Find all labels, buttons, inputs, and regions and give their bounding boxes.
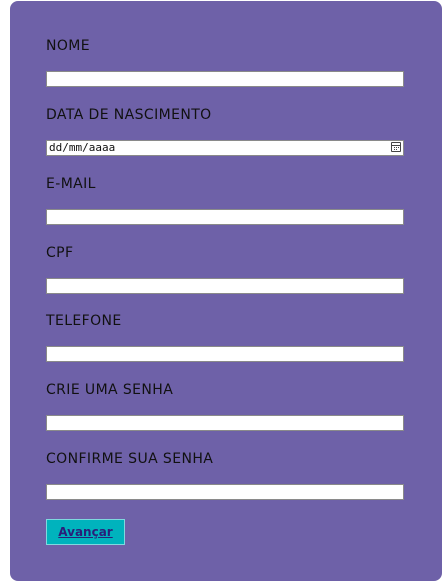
password-input[interactable]: [46, 415, 404, 431]
birthdate-field-group: DATA DE NASCIMENTO dd/mm/aaaa: [46, 107, 406, 156]
name-input[interactable]: [46, 71, 404, 87]
cpf-field-group: CPF: [46, 245, 406, 294]
password-label: CRIE UMA SENHA: [46, 382, 174, 398]
advance-button[interactable]: Avançar: [46, 519, 125, 545]
name-label: NOME: [46, 38, 91, 54]
calendar-icon[interactable]: [391, 142, 401, 152]
birthdate-placeholder: dd/mm/aaaa: [49, 141, 116, 154]
cpf-label: CPF: [46, 245, 74, 261]
password-field-group: CRIE UMA SENHA: [46, 382, 406, 431]
birthdate-label: DATA DE NASCIMENTO: [46, 107, 212, 123]
email-label: E-MAIL: [46, 176, 96, 192]
name-field-group: NOME: [46, 38, 406, 87]
signup-form-card: NOME DATA DE NASCIMENTO dd/mm/aaaa E-MAI…: [10, 1, 442, 581]
confirm-password-field-group: CONFIRME SUA SENHA: [46, 451, 406, 500]
phone-field-group: TELEFONE: [46, 313, 406, 362]
email-field-group: E-MAIL: [46, 176, 406, 225]
phone-input[interactable]: [46, 346, 404, 362]
confirm-password-input[interactable]: [46, 484, 404, 500]
birthdate-input[interactable]: dd/mm/aaaa: [46, 140, 404, 156]
cpf-input[interactable]: [46, 278, 404, 294]
phone-label: TELEFONE: [46, 313, 122, 329]
confirm-password-label: CONFIRME SUA SENHA: [46, 451, 214, 467]
email-input[interactable]: [46, 209, 404, 225]
